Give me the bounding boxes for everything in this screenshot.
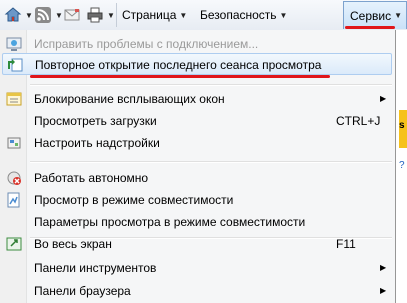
submenu-arrow-icon: ▶ [380,263,387,272]
toolbar-separator [116,3,117,27]
annotation-underline-reopen [30,75,330,78]
menu-item-label: Панели браузера [34,284,131,298]
menu-item-shortcut: F11 [336,237,356,251]
addons-icon [7,137,21,149]
fullscreen-icon [6,237,22,251]
chevron-down-icon: ▼ [394,11,403,20]
popup-blocker-icon [6,92,22,106]
menu-item-compatibility-view[interactable]: Просмотр в режиме совместимости [2,189,392,211]
chevron-down-icon: ▼ [179,10,188,20]
menu-item-compatibility-settings[interactable]: Параметры просмотра в режиме совместимос… [2,211,392,233]
menu-item-manage-addons[interactable]: Настроить надстройки [2,132,392,154]
rss-feed-icon [35,7,51,23]
menu-item-label: Исправить проблемы с подключением... [34,37,259,51]
network-diagnose-icon [6,37,22,51]
chevron-down-icon: ▼ [279,10,288,20]
submenu-arrow-icon: ▶ [380,286,387,295]
tools-dropdown-menu: Исправить проблемы с подключением... Пов… [0,30,396,303]
menu-item-work-offline[interactable]: Работать автономно [2,167,392,189]
menu-item-toolbars[interactable]: Панели инструментов ▶ [2,257,392,279]
page-content-strip: s ? [395,30,407,303]
command-bar: ▼ ▼ ▼ Страница ▼ Безопасность ▼ Сервис ▼ [0,0,407,31]
home-button[interactable]: ▼ [4,3,33,27]
tools-menu-label: Сервис [350,8,392,23]
tools-menu-button[interactable]: Сервис ▼ [343,1,407,29]
menu-item-explorer-bars[interactable]: Панели браузера ▶ [2,280,392,302]
offline-icon [7,171,21,185]
menu-item-view-downloads[interactable]: Просмотреть загрузки CTRL+J [2,110,392,132]
compat-view-icon [7,192,20,208]
menu-item-label: Настроить надстройки [34,136,160,150]
menu-item-label: Просмотреть загрузки [34,114,157,128]
menu-item-shortcut: CTRL+J [336,114,381,128]
menu-item-label: Работать автономно [34,171,149,185]
page-menu-label: Страница [122,8,177,22]
page-banner-text: s [399,120,405,131]
chevron-down-icon: ▼ [55,10,63,20]
menu-item-label: Повторное открытие последнего сеанса про… [35,58,322,72]
reopen-session-icon [8,58,23,72]
read-mail-button[interactable] [64,3,80,27]
submenu-arrow-icon: ▶ [380,94,387,103]
chevron-down-icon: ▼ [25,10,33,20]
mail-icon [64,9,80,21]
menu-item-fix-connection[interactable]: Исправить проблемы с подключением... [2,33,392,55]
chevron-down-icon: ▼ [107,10,115,20]
menu-item-label: Панели инструментов [34,261,157,275]
menu-item-label: Просмотр в режиме совместимости [34,193,234,207]
safety-menu-label: Безопасность [200,8,277,22]
menu-item-label: Параметры просмотра в режиме совместимос… [34,215,306,229]
home-icon [4,7,22,22]
menu-separator [30,161,392,163]
annotation-underline-tools [345,26,395,29]
menu-item-full-screen[interactable]: Во весь экран F11 [2,233,392,255]
safety-menu-button[interactable]: Безопасность ▼ [200,3,287,27]
printer-icon [87,7,103,23]
page-menu-button[interactable]: Страница ▼ [122,3,187,27]
menu-item-reopen-last-session[interactable]: Повторное открытие последнего сеанса про… [2,53,392,75]
menu-separator [30,84,392,86]
menu-item-label: Во весь экран [34,237,112,251]
menu-item-label: Блокирование всплывающих окон [34,92,225,106]
feeds-button[interactable]: ▼ [34,3,63,27]
page-link-text: ? [399,160,405,171]
menu-item-popup-blocker[interactable]: Блокирование всплывающих окон ▶ [2,88,392,110]
print-button[interactable]: ▼ [86,3,115,27]
